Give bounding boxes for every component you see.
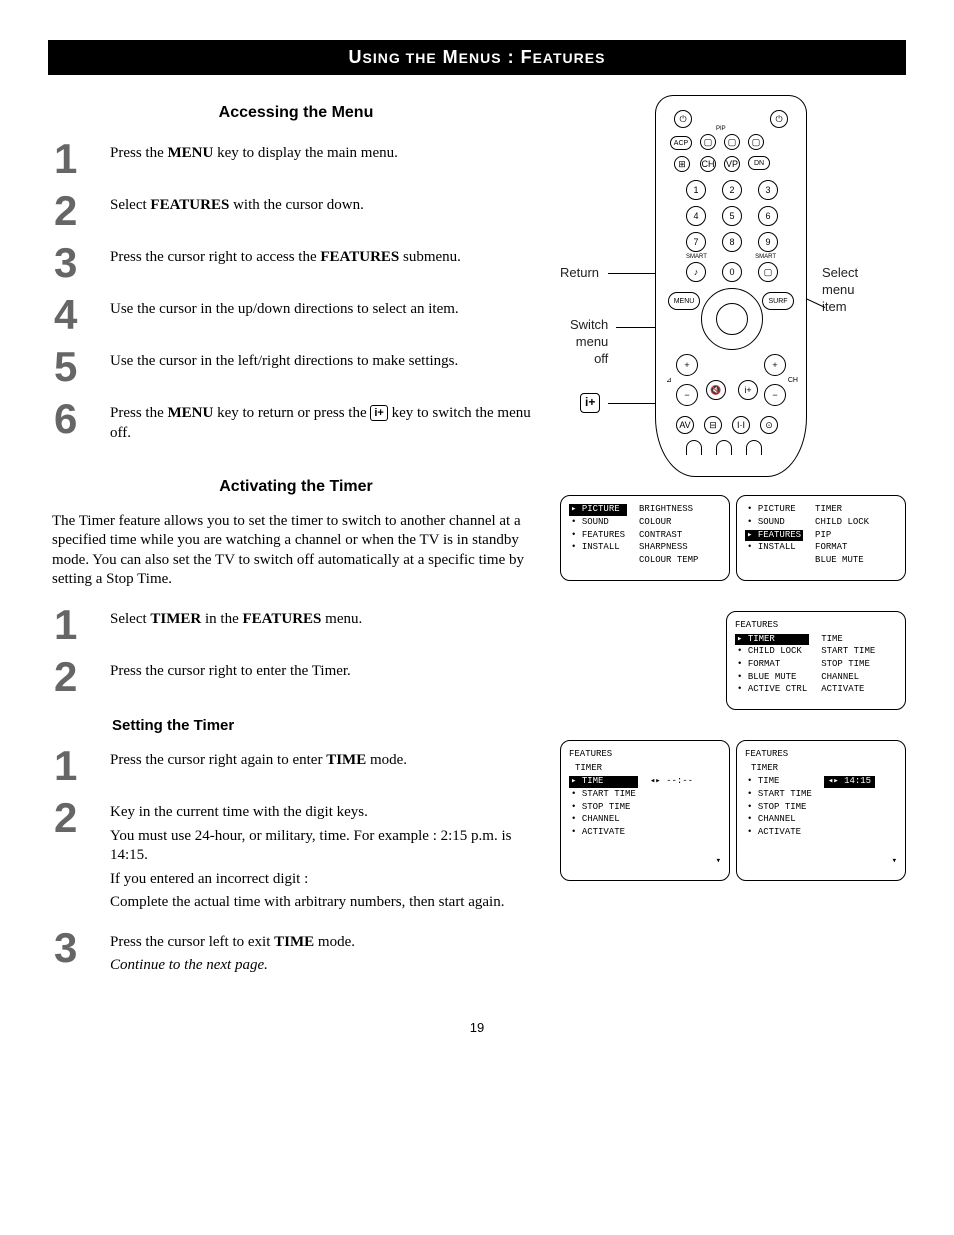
surf-button: SURF (762, 292, 794, 310)
remote-illustration: Return Switch menu off i+ Select menu it… (560, 95, 906, 485)
smart-picture-icon: ♪ (686, 262, 706, 282)
timer-intro: The Timer feature allows you to set the … (52, 512, 540, 590)
section-setting: Setting the Timer (112, 716, 544, 736)
mute-icon: 🔇 (706, 380, 726, 400)
page-title: USING THE MENUS : FEATURES (48, 40, 906, 75)
step-number: 1 (54, 138, 110, 180)
osd-timer-time-empty: FEATURES TIMER TIME START TIME STOP TIME… (560, 740, 730, 881)
info-icon: i+ (370, 405, 387, 421)
page-number: 19 (48, 1020, 906, 1037)
section-accessing: Accessing the Menu (48, 103, 544, 124)
illustration-column: Return Switch menu off i+ Select menu it… (560, 95, 906, 990)
osd-picture-menu: PICTURE SOUND FEATURES INSTALL BRIGHTNES… (560, 495, 730, 580)
smart-sound-icon: ▢ (758, 262, 778, 282)
main-text-column: Accessing the Menu 1 Press the MENU key … (48, 95, 544, 990)
osd-features-menu: PICTURE SOUND FEATURES INSTALL TIMER CHI… (736, 495, 906, 580)
info-button: i+ (738, 380, 758, 400)
osd-timer-time-set: FEATURES TIMER TIME START TIME STOP TIME… (736, 740, 906, 881)
step-row: 1 Press the MENU key to display the main… (48, 138, 544, 180)
osd-features-timer: FEATURES TIMER CHILD LOCK FORMAT BLUE MU… (726, 611, 906, 710)
menu-button: MENU (668, 292, 700, 310)
section-activating: Activating the Timer (48, 477, 544, 498)
info-icon: i+ (580, 393, 600, 413)
power-icon: ⏻ (770, 110, 788, 128)
standby-icon: ⏻ (674, 110, 692, 128)
